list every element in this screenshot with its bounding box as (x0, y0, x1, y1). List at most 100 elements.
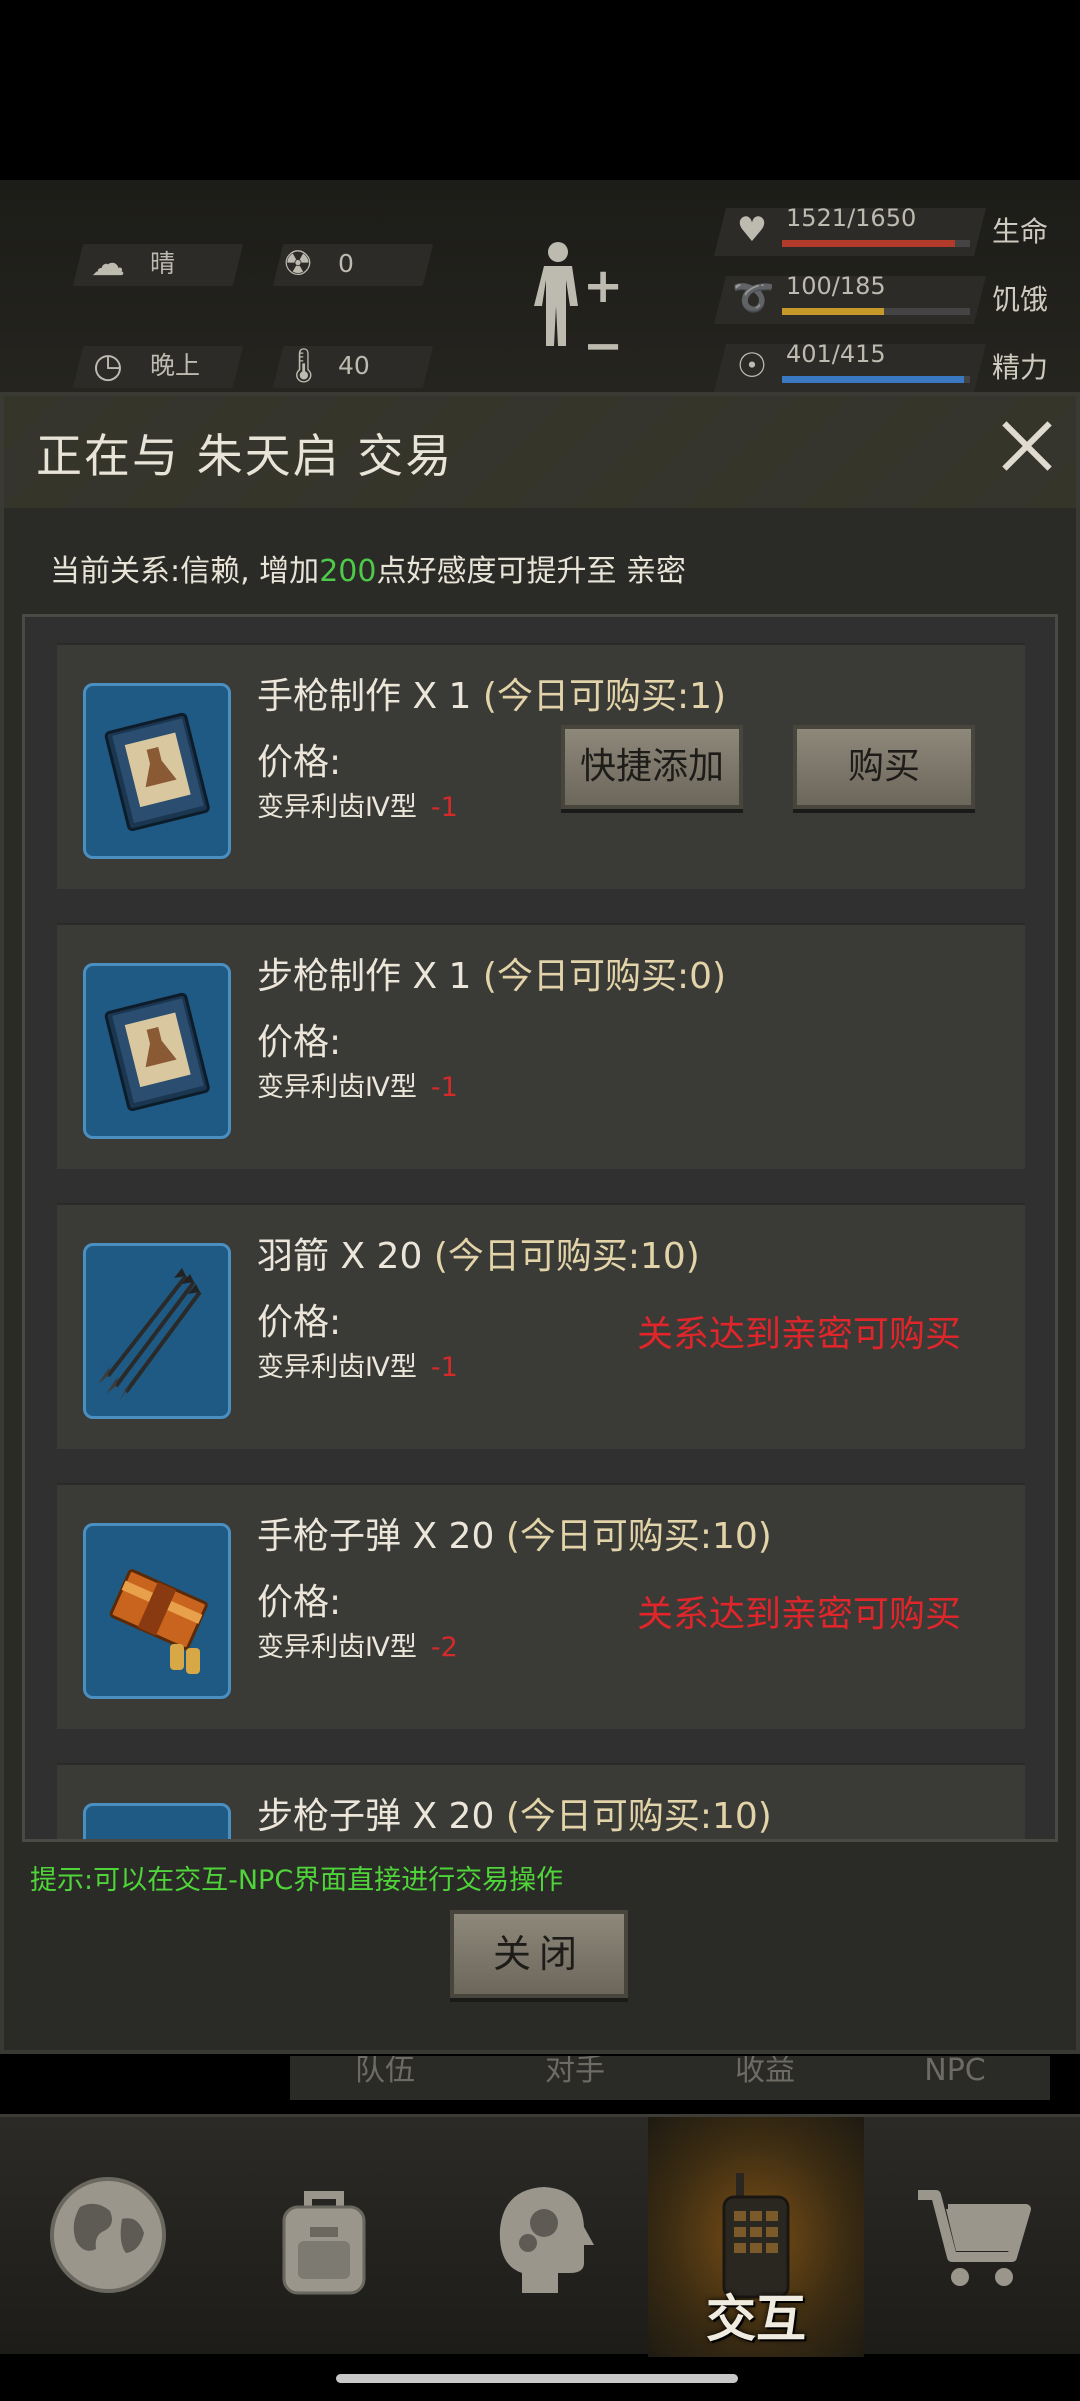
backpack-icon (282, 2191, 366, 2295)
item-name: 手枪子弹 X 20 (今日可购买:10) (257, 1507, 772, 1559)
ammo-box-icon (109, 1569, 208, 1674)
nav-interact-label: 交互 (706, 2290, 806, 2348)
relationship-locked-text: 关系达到亲密可购买 (637, 1594, 962, 1635)
trade-item: 步枪制作 X 1 (今日可购买:0) 价格: 变异利齿Ⅳ型 -1 (57, 923, 1025, 1169)
item-name-text: 步枪制作 X 1 (257, 956, 472, 997)
price-cost: -1 (430, 1072, 458, 1103)
plus-icon[interactable]: + (583, 258, 623, 314)
trade-item: 步枪子弹 X 20 (今日可购买:10) (57, 1763, 1025, 1839)
trade-item: 手枪制作 X 1 (今日可购买:1) 价格: 变异利齿Ⅳ型 -1 快捷添加 购买 (57, 643, 1025, 889)
hunger-label: 饥饿 (992, 283, 1049, 316)
weather-text: 晴 (150, 249, 176, 278)
price-material: 变异利齿Ⅳ型 (257, 792, 417, 823)
head-gears-icon (499, 2187, 594, 2293)
dialog-title: 正在与 朱天启 交易 (36, 429, 454, 483)
item-daily-limit: (今日可购买:10) (505, 1796, 772, 1837)
trade-item: 手枪子弹 X 20 (今日可购买:10) 价格: 变异利齿Ⅳ型 -2 关系达到亲密… (57, 1483, 1025, 1729)
item-name-text: 手枪子弹 X 20 (257, 1516, 495, 1557)
body-status-icon[interactable] (528, 240, 588, 350)
globe-icon (50, 2177, 166, 2293)
hint-text: 提示:可以在交互-NPC界面直接进行交易操作 (30, 1865, 564, 1896)
item-icon-frame (83, 1803, 231, 1839)
quick-add-button[interactable]: 快捷添加 (561, 725, 743, 809)
item-daily-limit: (今日可购买:0) (482, 956, 727, 997)
hunger-bar-fill (782, 308, 884, 315)
health-bar-fill (782, 240, 955, 247)
heart-icon: ♥ (736, 210, 768, 250)
price-cost: -2 (430, 1632, 458, 1663)
shopping-cart-icon (918, 2190, 1031, 2286)
relationship-locked-text: 关系达到亲密可购买 (637, 1314, 962, 1355)
vital-energy: ☉ 401/415 精力 (714, 336, 1060, 396)
item-name: 步枪制作 X 1 (今日可购买:0) (257, 947, 726, 999)
brain-icon: ☉ (736, 346, 768, 386)
trade-dialog: 正在与 朱天启 交易 当前关系:信赖, 增加200点好感度可提升至 亲密 手枪制… (0, 392, 1080, 2054)
price-material: 变异利齿Ⅳ型 (257, 1072, 417, 1103)
hunger-bar (782, 308, 970, 315)
buy-button[interactable]: 购买 (793, 725, 975, 809)
price-material: 变异利齿Ⅳ型 (257, 1352, 417, 1383)
vital-health: ♥ 1521/1650 生命 (714, 200, 1060, 260)
energy-bar (782, 376, 970, 383)
health-value: 1521/1650 (786, 204, 917, 232)
hunger-value: 100/185 (786, 272, 886, 300)
stomach-icon: ➰ (732, 278, 775, 318)
price-item: 变异利齿Ⅳ型 -2 (257, 1625, 458, 1664)
status-hud: ☁ 晴 ☢ 0 ◷ 晚上 🌡 40 + − ♥ 1521/1650 生命 ➰ 1… (0, 180, 1080, 410)
tab-team[interactable]: 队伍 (290, 2056, 480, 2100)
item-daily-limit: (今日可购买:1) (482, 676, 727, 717)
bottom-nav: 交互 (0, 2114, 1080, 2357)
item-name: 羽箭 X 20 (今日可购买:10) (257, 1227, 700, 1279)
tab-income[interactable]: 收益 (670, 2056, 860, 2100)
price-label: 价格: (257, 1582, 342, 1623)
temperature-value: 40 (338, 351, 370, 380)
item-daily-limit: (今日可购买:10) (433, 1236, 700, 1277)
item-icon-frame (83, 963, 231, 1139)
price-item: 变异利齿Ⅳ型 -1 (257, 1065, 458, 1104)
energy-bar-fill (782, 376, 965, 383)
tab-opponent[interactable]: 对手 (480, 2056, 670, 2100)
nav-map[interactable] (0, 2117, 216, 2357)
arrows-icon (98, 1268, 202, 1402)
energy-value: 401/415 (786, 340, 886, 368)
sub-tabs: 队伍 对手 收益 NPC (290, 2056, 1050, 2100)
radiation-value: 0 (338, 249, 354, 278)
price-label: 价格: (257, 1022, 342, 1063)
radiation-icon: ☢ (282, 244, 314, 284)
nav-interact[interactable]: 交互 (648, 2117, 864, 2357)
relation-suffix: 点好感度可提升至 亲密 (376, 554, 686, 589)
minus-icon[interactable]: − (583, 318, 623, 374)
close-icon[interactable] (998, 418, 1054, 474)
relation-points: 200 (319, 554, 377, 589)
price-item: 变异利齿Ⅳ型 -1 (257, 1345, 458, 1384)
energy-label: 精力 (992, 351, 1049, 384)
close-button[interactable]: 关闭 (450, 1910, 628, 1998)
price-label: 价格: (257, 1302, 342, 1343)
price-material: 变异利齿Ⅳ型 (257, 1632, 417, 1663)
blueprint-book-icon (104, 992, 210, 1112)
home-indicator[interactable] (336, 2374, 738, 2383)
vital-hunger: ➰ 100/185 饥饿 (714, 268, 1060, 328)
health-bar (782, 240, 970, 247)
trade-item: 羽箭 X 20 (今日可购买:10) 价格: 变异利齿Ⅳ型 -1 关系达到亲密可购… (57, 1203, 1025, 1449)
health-label: 生命 (992, 215, 1049, 248)
item-daily-limit: (今日可购买:10) (505, 1516, 772, 1557)
time-of-day-text: 晚上 (150, 351, 201, 380)
trade-item-list[interactable]: 手枪制作 X 1 (今日可购买:1) 价格: 变异利齿Ⅳ型 -1 快捷添加 购买 … (22, 614, 1058, 1842)
dialog-header: 正在与 朱天启 交易 (4, 396, 1076, 508)
item-name: 手枪制作 X 1 (今日可购买:1) (257, 667, 726, 719)
nav-backpack[interactable] (216, 2117, 432, 2357)
item-name-text: 手枪制作 X 1 (257, 676, 472, 717)
nav-skills[interactable] (432, 2117, 648, 2357)
item-name-text: 羽箭 X 20 (257, 1236, 423, 1277)
thermometer-icon: 🌡 (282, 346, 326, 386)
item-icon-frame (83, 1523, 231, 1699)
blueprint-book-icon (104, 712, 210, 832)
nav-shop[interactable] (864, 2117, 1080, 2357)
price-cost: -1 (430, 792, 458, 823)
clock-icon: ◷ (93, 346, 123, 386)
item-name: 步枪子弹 X 20 (今日可购买:10) (257, 1787, 772, 1839)
tab-npc[interactable]: NPC (860, 2056, 1050, 2100)
relation-prefix: 当前关系:信赖, 增加 (50, 554, 320, 589)
item-name-text: 步枪子弹 X 20 (257, 1796, 495, 1837)
